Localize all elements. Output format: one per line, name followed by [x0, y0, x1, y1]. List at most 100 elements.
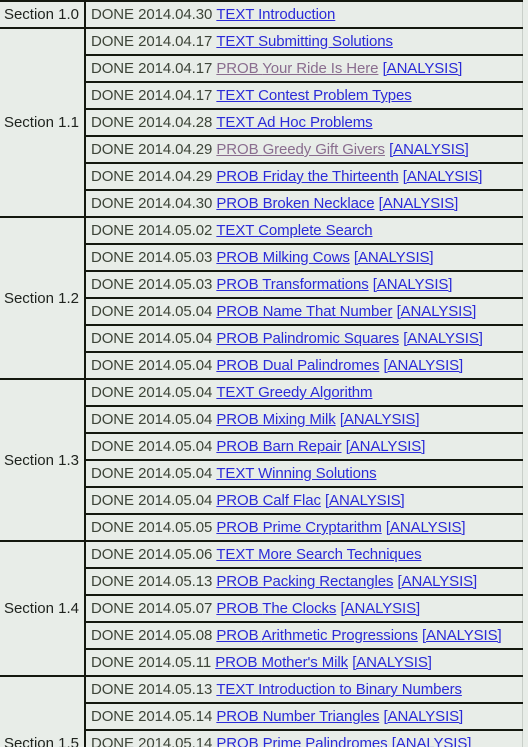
entry-cell: DONE 2014.05.13 TEXT Introduction to Bin…	[85, 676, 523, 704]
analysis-link[interactable]: [ANALYSIS]	[392, 735, 472, 747]
entry-kind-label: PROB	[216, 411, 259, 428]
entry-date: 2014.05.13	[138, 573, 213, 590]
entry-title: Introduction to Binary Numbers	[258, 681, 462, 698]
entry-kind-label: PROB	[216, 249, 259, 266]
entry-kind-label: TEXT	[216, 114, 255, 131]
status-badge: DONE	[91, 465, 134, 482]
entry-title: Introduction	[258, 6, 336, 23]
analysis-link[interactable]: [ANALYSIS]	[384, 708, 464, 725]
entry-title: Mixing Milk	[262, 411, 336, 428]
entry-kind-label: PROB	[216, 735, 259, 747]
entry-cell: DONE 2014.04.30 TEXT Introduction	[85, 1, 523, 28]
analysis-link[interactable]: [ANALYSIS]	[340, 600, 420, 617]
entry-link-problem[interactable]: PROB Milking Cows	[216, 249, 349, 266]
entry-kind-label: PROB	[216, 168, 259, 185]
analysis-link[interactable]: [ANALYSIS]	[422, 627, 502, 644]
status-badge: DONE	[91, 330, 134, 347]
entry-kind-label: PROB	[216, 276, 259, 293]
entry-link-problem[interactable]: PROB Prime Cryptarithm	[216, 519, 381, 536]
entry-link-problem[interactable]: PROB Number Triangles	[216, 708, 379, 725]
entry-link-problem[interactable]: PROB Friday the Thirteenth	[216, 168, 398, 185]
entry-date: 2014.05.14	[138, 708, 213, 725]
entry-link-problem[interactable]: PROB The Clocks	[216, 600, 336, 617]
entry-link-problem[interactable]: PROB Barn Repair	[216, 438, 341, 455]
entry-link-problem[interactable]: PROB Prime Palindromes	[216, 735, 387, 747]
entry-link-text[interactable]: TEXT Introduction	[216, 6, 335, 23]
entry-date: 2014.05.04	[138, 411, 213, 428]
analysis-link[interactable]: [ANALYSIS]	[383, 60, 463, 77]
entry-cell: DONE 2014.05.08 PROB Arithmetic Progress…	[85, 622, 523, 650]
entry-link-text[interactable]: TEXT Submitting Solutions	[216, 33, 393, 50]
status-badge: DONE	[91, 546, 134, 563]
entry-cell: DONE 2014.05.04 PROB Barn Repair [ANALYS…	[85, 433, 523, 461]
status-badge: DONE	[91, 681, 134, 698]
entry-date: 2014.05.03	[138, 249, 213, 266]
entry-link-problem[interactable]: PROB Arithmetic Progressions	[216, 627, 418, 644]
entry-cell: DONE 2014.05.04 PROB Palindromic Squares…	[85, 325, 523, 353]
entry-link-text[interactable]: TEXT Greedy Algorithm	[216, 384, 372, 401]
entry-link-problem[interactable]: PROB Greedy Gift Givers	[216, 141, 385, 158]
section-label-cell: Section 1.0	[0, 1, 86, 28]
entry-date: 2014.05.04	[138, 492, 213, 509]
status-badge: DONE	[91, 384, 134, 401]
entry-kind-label: PROB	[216, 195, 259, 212]
entry-date: 2014.05.04	[138, 303, 213, 320]
entry-kind-label: PROB	[216, 303, 259, 320]
entry-title: Submitting Solutions	[258, 33, 393, 50]
status-badge: DONE	[91, 303, 134, 320]
section-group: Section 1.0 DONE 2014.04.30 TEXT Introduc…	[0, 1, 523, 28]
analysis-link[interactable]: [ANALYSIS]	[398, 573, 478, 590]
analysis-link[interactable]: [ANALYSIS]	[340, 411, 420, 428]
analysis-link[interactable]: [ANALYSIS]	[384, 357, 464, 374]
entry-link-problem[interactable]: PROB Broken Necklace	[216, 195, 374, 212]
entry-link-text[interactable]: TEXT Complete Search	[216, 222, 372, 239]
entry-cell: DONE 2014.05.05 PROB Prime Cryptarithm […	[85, 514, 523, 541]
entry-date: 2014.04.17	[138, 87, 213, 104]
entry-cell: DONE 2014.05.02 TEXT Complete Search	[85, 217, 523, 245]
entry-kind-label: PROB	[216, 357, 259, 374]
entry-kind-label: TEXT	[216, 222, 255, 239]
analysis-link[interactable]: [ANALYSIS]	[403, 168, 483, 185]
entry-cell: DONE 2014.05.04 PROB Dual Palindromes [A…	[85, 352, 523, 379]
entry-kind-label: TEXT	[216, 384, 255, 401]
entry-link-problem[interactable]: PROB Packing Rectangles	[216, 573, 393, 590]
analysis-link[interactable]: [ANALYSIS]	[379, 195, 459, 212]
entry-link-problem[interactable]: PROB Mother's Milk	[215, 654, 348, 671]
status-badge: DONE	[91, 141, 134, 158]
entry-link-problem[interactable]: PROB Dual Palindromes	[216, 357, 379, 374]
entry-link-text[interactable]: TEXT More Search Techniques	[216, 546, 421, 563]
entry-link-problem[interactable]: PROB Your Ride Is Here	[216, 60, 378, 77]
entry-link-problem[interactable]: PROB Transformations	[216, 276, 368, 293]
entry-date: 2014.05.11	[138, 654, 212, 671]
entry-link-text[interactable]: TEXT Winning Solutions	[216, 465, 376, 482]
section-progress-table: Section 1.0 DONE 2014.04.30 TEXT Introduc…	[0, 0, 523, 747]
analysis-link[interactable]: [ANALYSIS]	[373, 276, 453, 293]
analysis-link[interactable]: [ANALYSIS]	[403, 330, 483, 347]
entry-link-text[interactable]: TEXT Ad Hoc Problems	[216, 114, 372, 131]
analysis-link[interactable]: [ANALYSIS]	[386, 519, 466, 536]
analysis-link[interactable]: [ANALYSIS]	[346, 438, 426, 455]
entry-title: Barn Repair	[262, 438, 342, 455]
status-badge: DONE	[91, 708, 134, 725]
entry-title: Palindromic Squares	[262, 330, 400, 347]
entry-cell: DONE 2014.04.17 PROB Your Ride Is Here […	[85, 55, 523, 83]
section-group: Section 1.1 DONE 2014.04.17 TEXT Submitti…	[0, 28, 523, 217]
entry-link-problem[interactable]: PROB Calf Flac	[216, 492, 321, 509]
status-badge: DONE	[91, 492, 134, 509]
analysis-link[interactable]: [ANALYSIS]	[354, 249, 434, 266]
entry-title: Arithmetic Progressions	[261, 627, 418, 644]
analysis-link[interactable]: [ANALYSIS]	[389, 141, 469, 158]
entry-link-problem[interactable]: PROB Mixing Milk	[216, 411, 335, 428]
analysis-link[interactable]: [ANALYSIS]	[397, 303, 477, 320]
entry-date: 2014.05.02	[138, 222, 213, 239]
entry-link-problem[interactable]: PROB Name That Number	[216, 303, 392, 320]
section-group: Section 1.4 DONE 2014.05.06 TEXT More Sea…	[0, 541, 523, 676]
status-badge: DONE	[91, 60, 134, 77]
entry-link-text[interactable]: TEXT Introduction to Binary Numbers	[216, 681, 462, 698]
entry-link-text[interactable]: TEXT Contest Problem Types	[216, 87, 411, 104]
entry-link-problem[interactable]: PROB Palindromic Squares	[216, 330, 399, 347]
entry-title: More Search Techniques	[258, 546, 422, 563]
entry-title: Mother's Milk	[261, 654, 349, 671]
analysis-link[interactable]: [ANALYSIS]	[325, 492, 405, 509]
analysis-link[interactable]: [ANALYSIS]	[352, 654, 432, 671]
